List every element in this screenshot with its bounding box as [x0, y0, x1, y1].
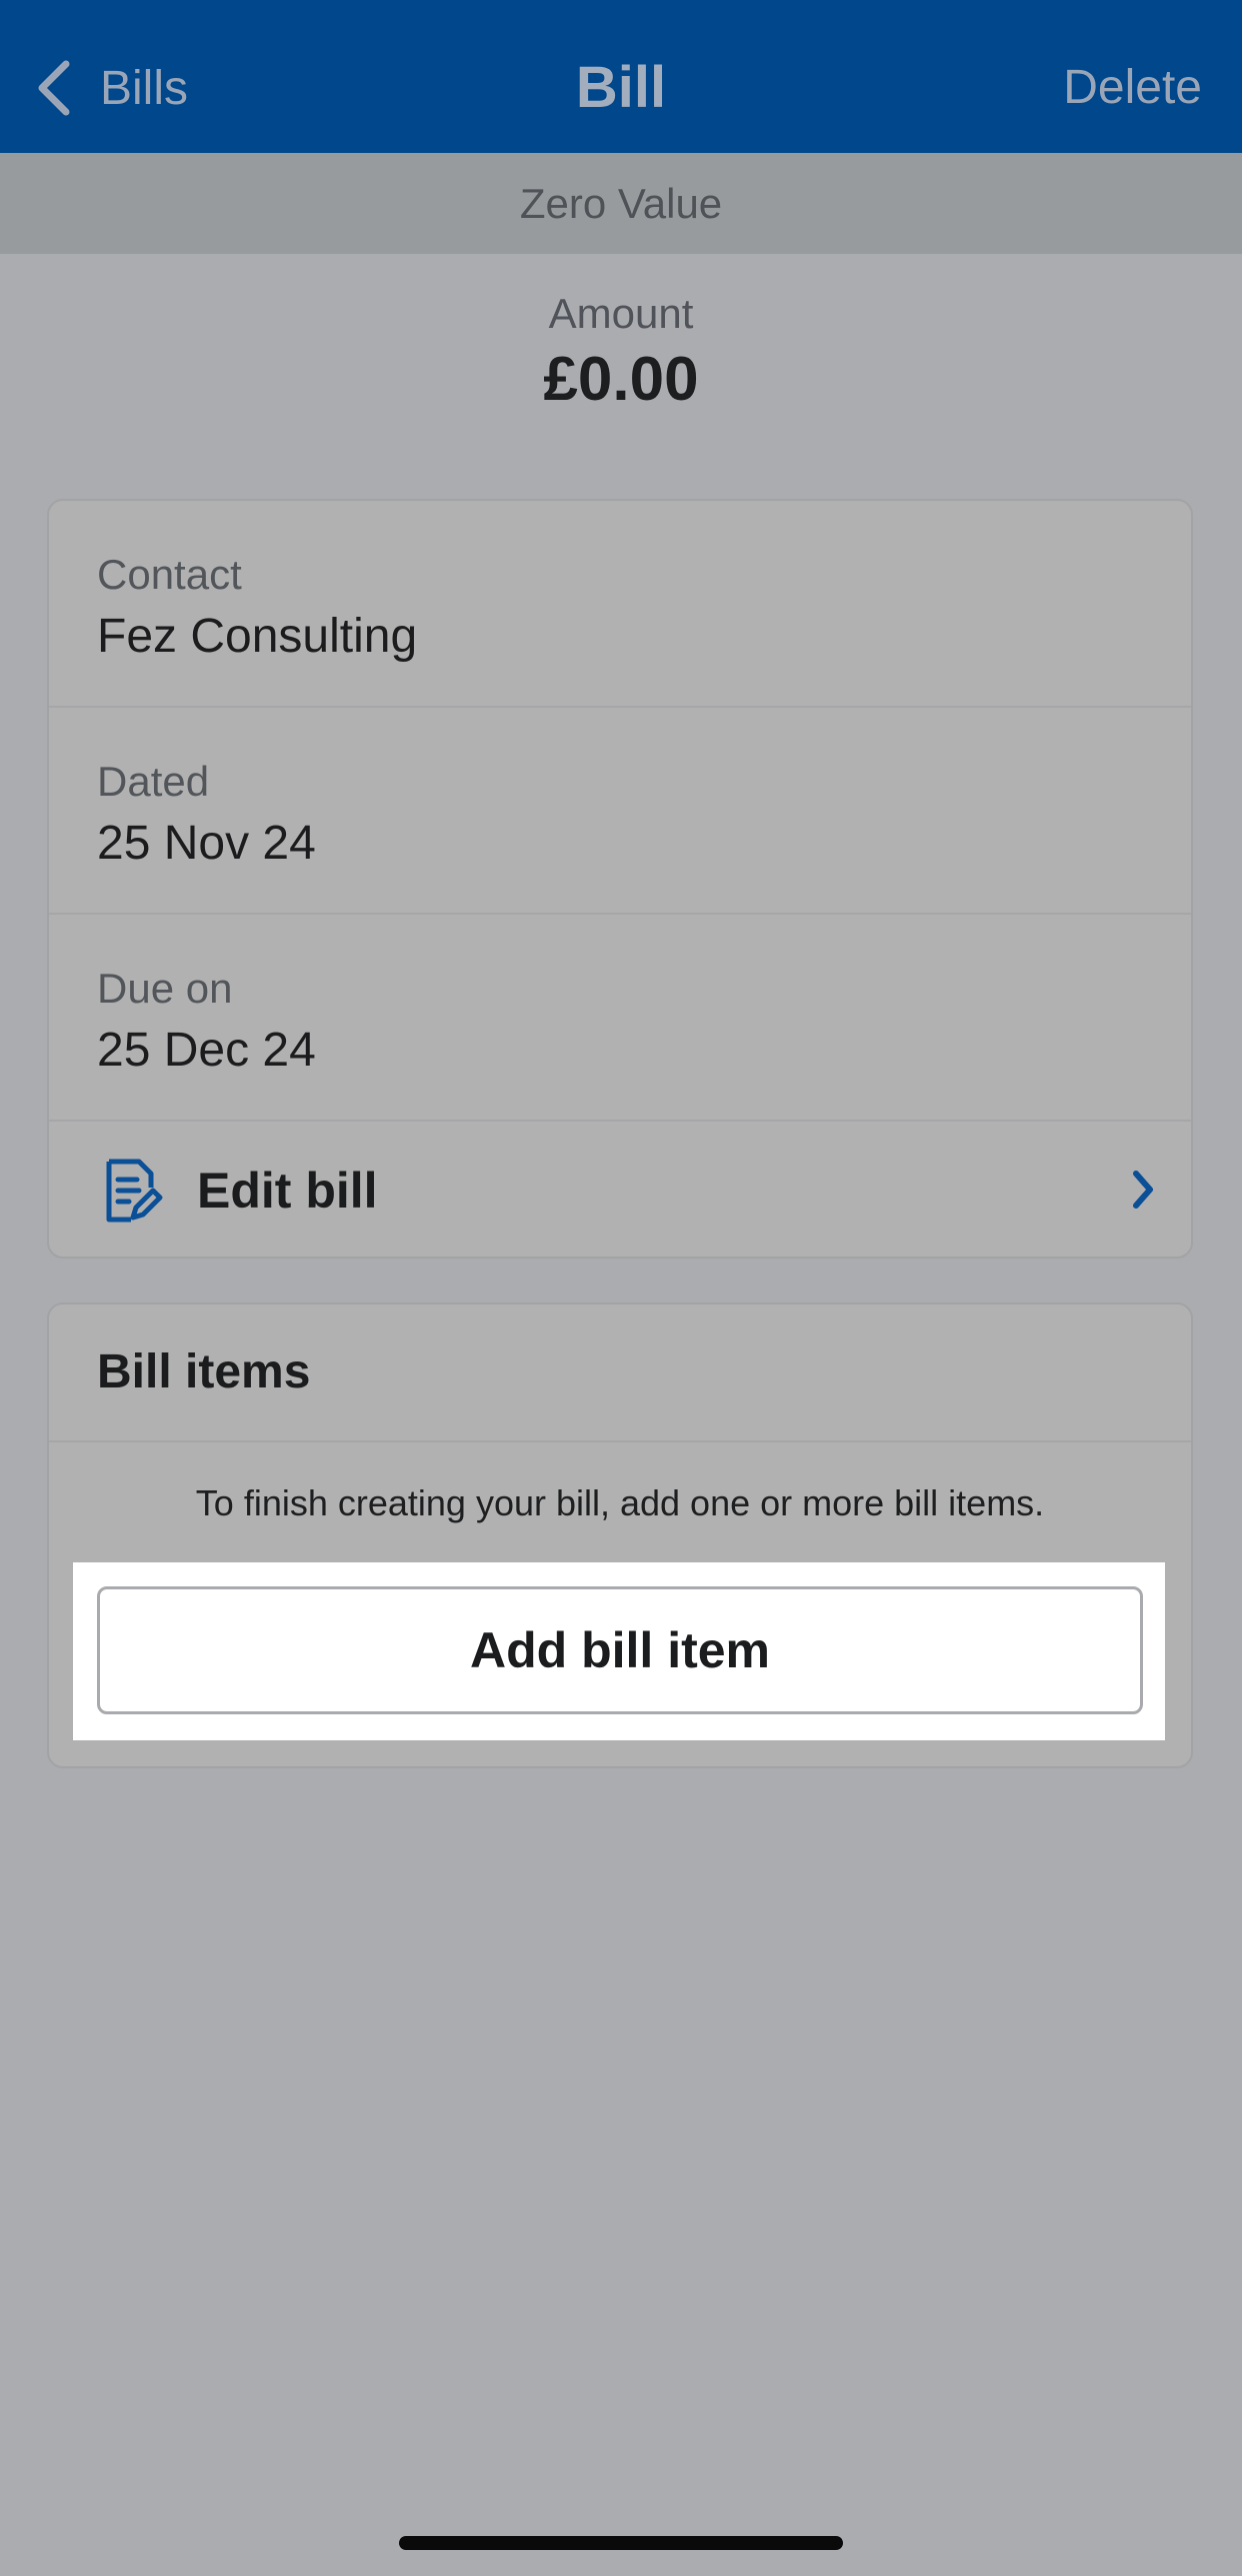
dated-value: 25 Nov 24	[97, 817, 316, 870]
amount-label: Amount	[548, 290, 694, 337]
divider	[49, 1440, 1191, 1442]
dated-row[interactable]: Dated 25 Nov 24	[49, 708, 1191, 915]
bill-items-card: Bill items To finish creating your bill,…	[47, 1302, 1193, 1768]
due-on-row[interactable]: Due on 25 Dec 24	[49, 915, 1191, 1122]
status-banner: Zero Value	[0, 153, 1242, 254]
due-on-value: 25 Dec 24	[97, 1024, 316, 1077]
chevron-right-icon	[1133, 1171, 1153, 1209]
edit-bill-row[interactable]: Edit bill	[49, 1122, 1191, 1257]
bill-details-card: Contact Fez Consulting Dated 25 Nov 24 D…	[47, 499, 1193, 1259]
edit-bill-label: Edit bill	[197, 1163, 378, 1219]
amount-value: £0.00	[543, 345, 699, 414]
page-title: Bill	[575, 55, 667, 120]
contact-value: Fez Consulting	[97, 610, 418, 663]
delete-button[interactable]: Delete	[1063, 48, 1202, 128]
add-bill-item-highlight: Add bill item	[73, 1562, 1165, 1740]
dated-label: Dated	[97, 758, 210, 805]
contact-label: Contact	[97, 551, 242, 598]
navigation-bar: Bills Bill Delete	[0, 0, 1242, 153]
contact-row[interactable]: Contact Fez Consulting	[49, 501, 1191, 708]
bill-items-title: Bill items	[97, 1345, 311, 1398]
document-edit-icon	[106, 1159, 163, 1223]
bill-items-message: To finish creating your bill, add one or…	[195, 1482, 1045, 1523]
add-bill-item-button[interactable]: Add bill item	[97, 1586, 1143, 1714]
home-indicator[interactable]	[399, 2536, 843, 2550]
due-on-label: Due on	[97, 965, 233, 1012]
